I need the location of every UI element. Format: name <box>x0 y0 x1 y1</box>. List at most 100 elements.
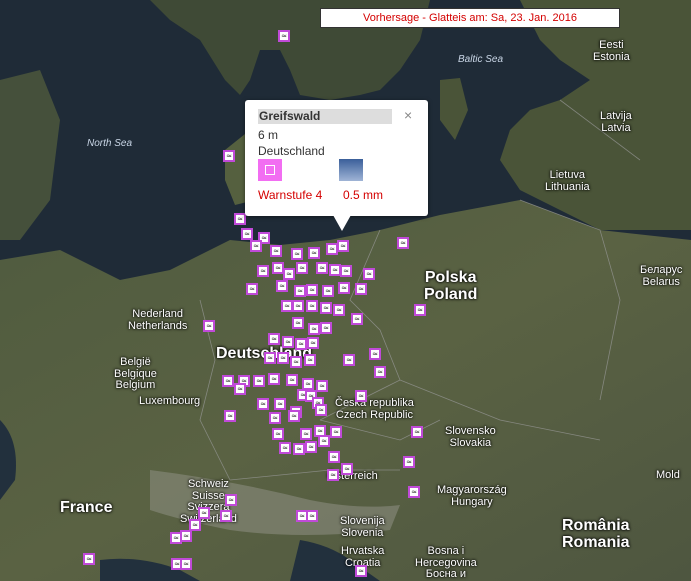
france-label: France <box>60 499 113 516</box>
station-marker[interactable]: ≈ <box>292 317 304 329</box>
station-marker[interactable]: ≈ <box>351 313 363 325</box>
station-marker[interactable]: ≈ <box>180 530 192 542</box>
station-marker[interactable]: ≈ <box>363 268 375 280</box>
station-marker[interactable]: ≈ <box>234 213 246 225</box>
station-marker[interactable]: ≈ <box>343 354 355 366</box>
station-marker[interactable]: ≈ <box>316 262 328 274</box>
station-marker[interactable]: ≈ <box>307 337 319 349</box>
station-marker[interactable]: ≈ <box>306 510 318 522</box>
precipitation-text: 0.5 mm <box>343 188 384 202</box>
north-sea-label: North Sea <box>87 138 133 149</box>
station-marker[interactable]: ≈ <box>286 374 298 386</box>
station-marker[interactable]: ≈ <box>355 390 367 402</box>
estonia-label: Eesti Estonia <box>593 39 630 63</box>
station-marker[interactable]: ≈ <box>246 283 258 295</box>
station-marker[interactable]: ≈ <box>355 565 367 577</box>
station-popup: Greifswald × 6 m Deutschland Warnstufe 4… <box>245 100 428 231</box>
station-elevation: 6 m <box>258 128 279 142</box>
station-marker[interactable]: ≈ <box>220 510 232 522</box>
moldova-label: Mold <box>656 469 680 481</box>
station-marker[interactable]: ≈ <box>333 304 345 316</box>
station-marker[interactable]: ≈ <box>277 352 289 364</box>
station-marker[interactable]: ≈ <box>269 412 281 424</box>
station-marker[interactable]: ≈ <box>264 352 276 364</box>
forecast-title: Vorhersage - Glatteis am: Sa, 23. Jan. 2… <box>320 8 620 28</box>
station-marker[interactable]: ≈ <box>341 463 353 475</box>
station-marker[interactable]: ≈ <box>257 398 269 410</box>
station-marker[interactable]: ≈ <box>291 248 303 260</box>
station-marker[interactable]: ≈ <box>315 404 327 416</box>
station-marker[interactable]: ≈ <box>288 410 300 422</box>
station-name: Greifswald <box>258 109 392 124</box>
station-marker[interactable]: ≈ <box>268 373 280 385</box>
station-marker[interactable]: ≈ <box>224 410 236 422</box>
station-marker[interactable]: ≈ <box>278 30 290 42</box>
station-marker[interactable]: ≈ <box>234 383 246 395</box>
station-marker[interactable]: ≈ <box>305 441 317 453</box>
station-marker[interactable]: ≈ <box>397 237 409 249</box>
romania-label: România Romania <box>562 517 630 551</box>
station-marker[interactable]: ≈ <box>340 265 352 277</box>
station-marker[interactable]: ≈ <box>268 333 280 345</box>
station-marker[interactable]: ≈ <box>295 338 307 350</box>
station-marker[interactable]: ≈ <box>83 553 95 565</box>
station-marker[interactable]: ≈ <box>320 322 332 334</box>
station-marker[interactable]: ≈ <box>411 426 423 438</box>
station-marker[interactable]: ≈ <box>294 285 306 297</box>
station-marker[interactable]: ≈ <box>327 469 339 481</box>
station-marker[interactable]: ≈ <box>180 558 192 570</box>
station-marker[interactable]: ≈ <box>320 302 332 314</box>
latvia-label: Latvija Latvia <box>600 110 632 134</box>
warning-level-icon <box>258 159 282 181</box>
station-marker[interactable]: ≈ <box>198 507 210 519</box>
station-marker[interactable]: ≈ <box>279 442 291 454</box>
station-marker[interactable]: ≈ <box>304 354 316 366</box>
slovenia-label: Slovenija Slovenia <box>340 515 385 539</box>
czech-label: Česká republika Czech Republic <box>335 397 414 421</box>
station-marker[interactable]: ≈ <box>355 283 367 295</box>
station-marker[interactable]: ≈ <box>282 336 294 348</box>
station-marker[interactable]: ≈ <box>308 323 320 335</box>
station-marker[interactable]: ≈ <box>274 398 286 410</box>
netherlands-label: Nederland Netherlands <box>128 308 188 332</box>
station-marker[interactable]: ≈ <box>403 456 415 468</box>
station-marker[interactable]: ≈ <box>290 356 302 368</box>
station-marker[interactable]: ≈ <box>276 280 288 292</box>
station-marker[interactable]: ≈ <box>250 240 262 252</box>
weather-sky-icon <box>339 159 363 181</box>
station-marker[interactable]: ≈ <box>222 375 234 387</box>
station-marker[interactable]: ≈ <box>283 268 295 280</box>
station-marker[interactable]: ≈ <box>318 435 330 447</box>
station-marker[interactable]: ≈ <box>272 428 284 440</box>
station-marker[interactable]: ≈ <box>338 282 350 294</box>
station-marker[interactable]: ≈ <box>300 428 312 440</box>
station-marker[interactable]: ≈ <box>408 486 420 498</box>
station-marker[interactable]: ≈ <box>308 247 320 259</box>
station-marker[interactable]: ≈ <box>225 494 237 506</box>
station-marker[interactable]: ≈ <box>241 228 253 240</box>
station-marker[interactable]: ≈ <box>253 375 265 387</box>
close-icon[interactable]: × <box>404 107 412 123</box>
station-marker[interactable]: ≈ <box>369 348 381 360</box>
station-marker[interactable]: ≈ <box>414 304 426 316</box>
station-marker[interactable]: ≈ <box>293 443 305 455</box>
station-marker[interactable]: ≈ <box>257 265 269 277</box>
station-marker[interactable]: ≈ <box>328 451 340 463</box>
poland-label: Polska Poland <box>424 269 478 303</box>
station-marker[interactable]: ≈ <box>270 245 282 257</box>
station-marker[interactable]: ≈ <box>306 300 318 312</box>
station-marker[interactable]: ≈ <box>322 285 334 297</box>
baltic-sea-label: Baltic Sea <box>458 54 504 65</box>
station-marker[interactable]: ≈ <box>374 366 386 378</box>
station-marker[interactable]: ≈ <box>203 320 215 332</box>
station-country: Deutschland <box>258 144 325 158</box>
luxembourg-label: Luxembourg <box>139 395 201 407</box>
station-marker[interactable]: ≈ <box>330 426 342 438</box>
station-marker[interactable]: ≈ <box>223 150 235 162</box>
station-marker[interactable]: ≈ <box>337 240 349 252</box>
station-marker[interactable]: ≈ <box>306 284 318 296</box>
station-marker[interactable]: ≈ <box>296 262 308 274</box>
warning-level-text: Warnstufe 4 <box>258 188 323 202</box>
station-marker[interactable]: ≈ <box>292 300 304 312</box>
station-marker[interactable]: ≈ <box>316 380 328 392</box>
